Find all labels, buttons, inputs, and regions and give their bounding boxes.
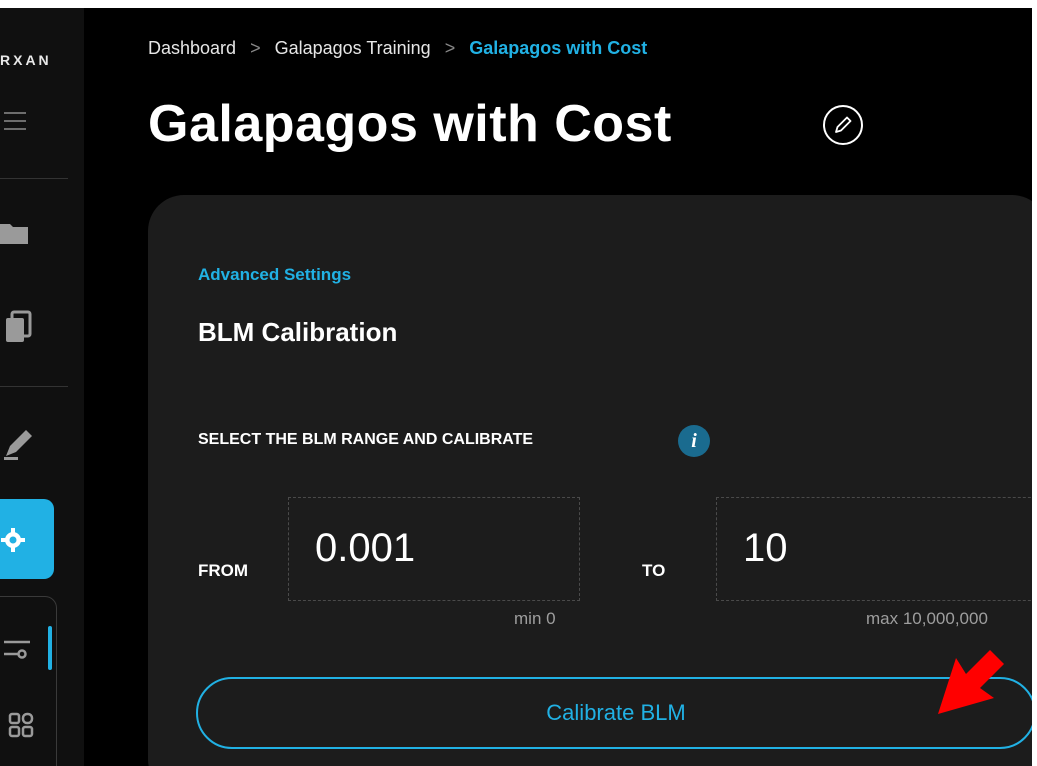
edit-title-button[interactable]: [823, 105, 863, 145]
settings-panel: Advanced Settings BLM Calibration SELECT…: [148, 195, 1032, 766]
red-arrow-icon: [938, 650, 1004, 714]
pencil-icon: [835, 116, 852, 133]
settings-subnav: [0, 596, 57, 766]
to-label: TO: [642, 561, 666, 580]
active-indicator: [48, 626, 52, 670]
range-label: SELECT THE BLM RANGE AND CALIBRATE: [198, 431, 534, 448]
sidebar-divider: [0, 386, 68, 387]
menu-icon[interactable]: [4, 112, 26, 136]
breadcrumb-dashboard[interactable]: Dashboard: [148, 38, 236, 59]
edit-icon[interactable]: [2, 426, 36, 460]
max-hint: max 10,000,000: [866, 609, 988, 628]
sliders-icon[interactable]: [4, 636, 30, 662]
gear-icon: [1, 528, 25, 552]
blm-from-input[interactable]: 0.001: [288, 497, 580, 601]
section-eyebrow: Advanced Settings: [198, 265, 352, 284]
breadcrumb: Dashboard > Galapagos Training > Galapag…: [148, 38, 647, 59]
sidebar: RXAN: [0, 8, 84, 766]
settings-nav-button[interactable]: [0, 499, 54, 579]
breadcrumb-separator: >: [444, 38, 456, 58]
sidebar-divider: [0, 178, 68, 179]
blm-to-input[interactable]: 10: [716, 497, 1032, 601]
from-label: FROM: [198, 561, 249, 580]
grid-icon[interactable]: [8, 712, 34, 738]
app-screen: RXAN Dashboard > Galapagos Training > Ga…: [0, 8, 1032, 766]
copy-icon[interactable]: [4, 310, 34, 344]
calibrate-blm-button[interactable]: Calibrate BLM: [196, 677, 1032, 749]
min-hint: min 0: [514, 609, 556, 628]
page-title: Galapagos with Cost: [148, 95, 672, 153]
brand-logo: RXAN: [0, 52, 52, 68]
info-icon[interactable]: i: [678, 425, 710, 457]
folder-icon[interactable]: [0, 218, 30, 248]
section-title: BLM Calibration: [198, 317, 398, 347]
breadcrumb-separator: >: [250, 38, 261, 58]
breadcrumb-training[interactable]: Galapagos Training: [275, 38, 431, 59]
breadcrumb-current: Galapagos with Cost: [469, 38, 648, 58]
